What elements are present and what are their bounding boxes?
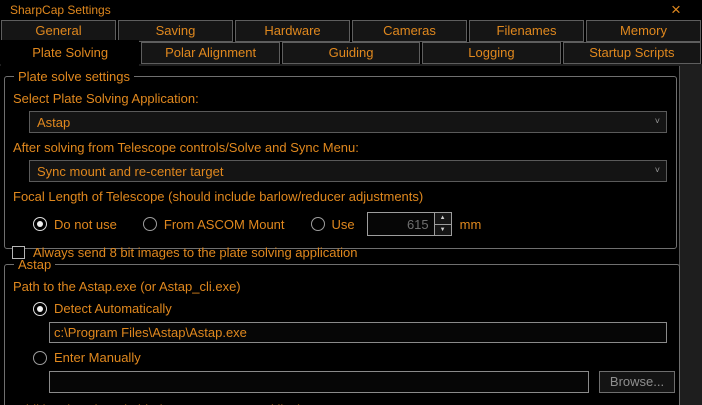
radio-from-ascom-mount[interactable]: From ASCOM Mount	[142, 216, 285, 232]
radio-icon	[142, 217, 157, 231]
window-title: SharpCap Settings	[10, 3, 111, 17]
close-icon[interactable]: ×	[666, 0, 686, 20]
chevron-down-icon: ˅	[654, 116, 660, 126]
plate-solve-settings-group: Plate solve settings Select Plate Solvin…	[4, 69, 677, 260]
tab-row-1: General Saving Hardware Cameras Filename…	[0, 20, 702, 42]
astap-auto-path-input[interactable]	[49, 322, 667, 343]
tab-hardware[interactable]: Hardware	[235, 20, 350, 42]
dropdown-value: Sync mount and re-center target	[37, 163, 224, 179]
tab-general[interactable]: General	[1, 20, 116, 42]
radio-label: Do not use	[54, 216, 117, 232]
radio-enter-manually[interactable]: Enter Manually	[33, 350, 675, 365]
tab-memory[interactable]: Memory	[586, 20, 701, 42]
astap-manual-path-input[interactable]	[49, 371, 589, 393]
focal-length-options: Do not use From ASCOM Mount Use ▲ ▼ mm	[33, 212, 672, 236]
tab-startup-scripts[interactable]: Startup Scripts	[562, 42, 702, 64]
radio-icon	[310, 217, 325, 231]
radio-detect-automatically[interactable]: Detect Automatically	[33, 301, 675, 316]
plate-solving-panel: Plate solve settings Select Plate Solvin…	[0, 66, 680, 405]
tab-logging[interactable]: Logging	[422, 42, 561, 64]
group-title: Astap	[18, 257, 52, 272]
tab-plate-solving[interactable]: Plate Solving	[1, 40, 140, 66]
title-bar: SharpCap Settings ×	[0, 0, 702, 20]
astap-group: Astap Path to the Astap.exe (or Astap_cl…	[4, 257, 680, 405]
checkbox-label: Always send 8 bit images to the plate so…	[33, 244, 358, 260]
radio-label: Enter Manually	[54, 350, 141, 365]
spin-up-icon[interactable]: ▲	[434, 213, 451, 225]
app-select-label: Select Plate Solving Application:	[13, 91, 199, 106]
focal-length-stepper: ▲ ▼	[434, 212, 452, 236]
tab-row-2: Plate Solving Polar Alignment Guiding Lo…	[0, 40, 702, 66]
after-solving-label: After solving from Telescope controls/So…	[13, 140, 359, 155]
astap-path-label: Path to the Astap.exe (or Astap_cli.exe)	[13, 279, 241, 294]
browse-button[interactable]: Browse...	[599, 371, 675, 393]
focal-length-label: Focal Length of Telescope (should includ…	[13, 189, 424, 204]
radio-icon	[33, 217, 47, 231]
tab-cameras[interactable]: Cameras	[352, 20, 467, 42]
tab-filenames[interactable]: Filenames	[469, 20, 584, 42]
tab-polar-alignment[interactable]: Polar Alignment	[141, 42, 280, 64]
manual-path-row: Browse...	[9, 371, 675, 393]
radio-use[interactable]: Use	[310, 216, 355, 232]
radio-icon	[33, 301, 47, 316]
radio-do-not-use[interactable]: Do not use	[33, 217, 117, 232]
chevron-down-icon: ˅	[654, 165, 660, 175]
settings-tabstrip: General Saving Hardware Cameras Filename…	[0, 20, 702, 66]
radio-icon	[33, 350, 47, 365]
plate-solving-app-dropdown[interactable]: Astap ˅	[29, 111, 667, 133]
spin-down-icon[interactable]: ▼	[434, 224, 451, 235]
group-title: Plate solve settings	[18, 69, 131, 84]
sharpcap-settings-window: SharpCap Settings × General Saving Hardw…	[0, 0, 702, 405]
radio-label: Use	[331, 216, 355, 232]
after-solving-dropdown[interactable]: Sync mount and re-center target ˅	[29, 160, 667, 182]
tab-saving[interactable]: Saving	[118, 20, 233, 42]
dropdown-value: Astap	[37, 114, 71, 130]
focal-length-input[interactable]	[366, 212, 435, 236]
focal-length-unit: mm	[459, 216, 482, 232]
radio-label: From ASCOM Mount	[163, 216, 285, 232]
tab-guiding[interactable]: Guiding	[281, 42, 421, 64]
radio-label: Detect Automatically	[54, 301, 172, 316]
